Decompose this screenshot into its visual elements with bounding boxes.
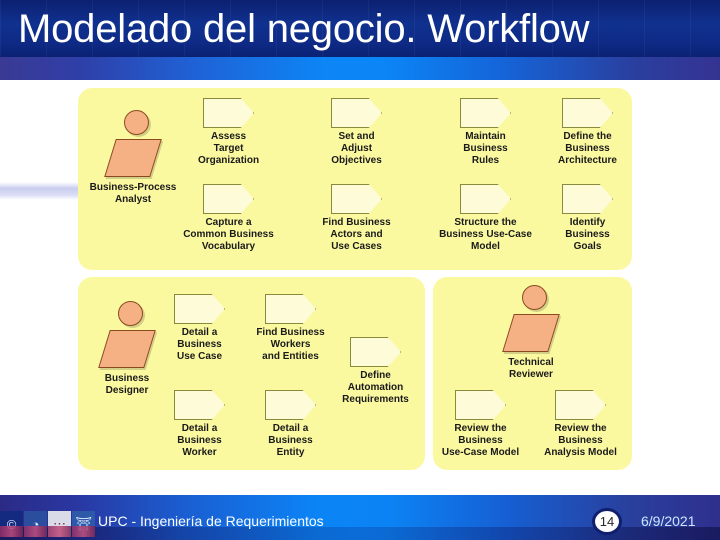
activity-label: Find Business Actors and Use Cases	[322, 217, 391, 252]
activity-define-automation-requirements[interactable]: Define Automation Requirements	[342, 337, 409, 405]
actor-head-icon	[522, 285, 547, 310]
activity-shape	[203, 98, 254, 128]
activity-define-the-business-architecture[interactable]: Define the Business Architecture	[558, 98, 617, 166]
activity-shape	[203, 184, 254, 214]
header-accent-band	[0, 57, 720, 80]
activity-shape	[174, 294, 225, 324]
actor-head-icon	[118, 301, 143, 326]
actor-body-icon	[502, 314, 560, 352]
activity-set-and-adjust-objectives[interactable]: Set and Adjust Objectives	[331, 98, 382, 166]
thumb-overlay	[24, 526, 47, 537]
activity-label: Find Business Workers and Entities	[256, 327, 325, 362]
bridge-thumb: ⋯	[48, 511, 71, 537]
activity-maintain-business-rules[interactable]: Maintain Business Rules	[460, 98, 511, 166]
activity-label: Identify Business Goals	[565, 217, 610, 252]
business-designer-panel: Business Designer Detail a Business Use …	[78, 277, 425, 470]
activity-shape	[555, 390, 606, 420]
copyright-thumb: ©	[0, 511, 23, 537]
activity-shape	[460, 98, 511, 128]
activity-label: Capture a Common Business Vocabulary	[183, 217, 274, 252]
actor-body-icon	[104, 139, 162, 177]
actor-head-icon	[124, 110, 149, 135]
activity-detail-a-business-entity[interactable]: Detail a Business Entity	[265, 390, 316, 458]
activity-detail-a-business-use-case[interactable]: Detail a Business Use Case	[174, 294, 225, 362]
activity-structure-the-business-use-case-model[interactable]: Structure the Business Use-Case Model	[439, 184, 532, 252]
thumb-overlay	[0, 526, 23, 537]
activity-shape	[350, 337, 401, 367]
activity-find-business-workers-and-entities[interactable]: Find Business Workers and Entities	[256, 294, 325, 362]
dome-thumb: ⛩	[72, 511, 95, 537]
activity-shape	[265, 390, 316, 420]
activity-shape	[331, 184, 382, 214]
activity-review-the-business-use-case-model[interactable]: Review the Business Use-Case Model	[442, 390, 519, 458]
activity-shape	[562, 98, 613, 128]
activity-find-business-actors-and-use-cases[interactable]: Find Business Actors and Use Cases	[322, 184, 391, 252]
slide-title-bar: Modelado del negocio. Workflow	[0, 0, 720, 57]
activity-capture-a-common-business-vocabulary[interactable]: Capture a Common Business Vocabulary	[183, 184, 274, 252]
activity-detail-a-business-worker[interactable]: Detail a Business Worker	[174, 390, 225, 458]
activity-label: Set and Adjust Objectives	[331, 131, 382, 166]
activity-label: Review the Business Analysis Model	[544, 423, 617, 458]
activity-shape	[265, 294, 316, 324]
technical-reviewer-panel: Technical Reviewer Review the Business U…	[433, 277, 632, 470]
business-process-analyst-panel: Business-Process Analyst Assess Target O…	[78, 88, 632, 270]
activity-shape	[562, 184, 613, 214]
activity-label: Define Automation Requirements	[342, 370, 409, 405]
activity-assess-target-organization[interactable]: Assess Target Organization	[198, 98, 259, 166]
thumb-overlay	[72, 526, 95, 537]
activity-shape	[460, 184, 511, 214]
slide-number: 14	[599, 514, 615, 529]
activity-label: Define the Business Architecture	[558, 131, 617, 166]
footer-label: UPC - Ingeniería de Requerimientos	[98, 513, 324, 529]
activity-identify-business-goals[interactable]: Identify Business Goals	[562, 184, 613, 252]
activity-shape	[331, 98, 382, 128]
activity-label: Detail a Business Entity	[268, 423, 313, 458]
thumb-overlay	[48, 526, 71, 537]
actor-label: Technical Reviewer	[508, 357, 554, 380]
activity-shape	[455, 390, 506, 420]
footer-thumbnail-strip: © ◔ ⋯ ⛩	[0, 511, 96, 537]
activity-review-the-business-analysis-model[interactable]: Review the Business Analysis Model	[544, 390, 617, 458]
footer-date: 6/9/2021	[641, 513, 696, 529]
actor-label: Business-Process Analyst	[89, 182, 177, 205]
page-title: Modelado del negocio. Workflow	[18, 7, 590, 51]
activity-shape	[174, 390, 225, 420]
clock-thumb: ◔	[24, 511, 47, 537]
activity-label: Assess Target Organization	[197, 131, 260, 166]
